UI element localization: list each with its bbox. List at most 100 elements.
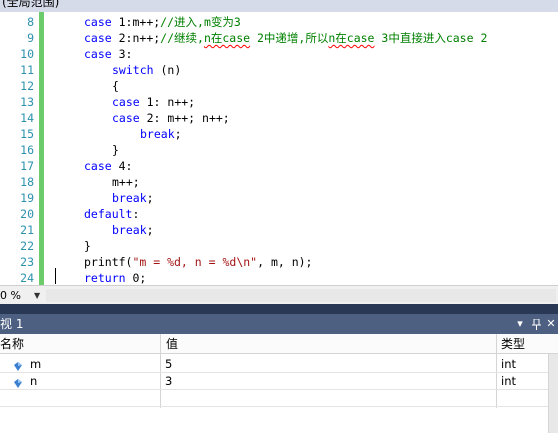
- line-number: 14: [20, 111, 34, 125]
- watch-row[interactable]: n 3 int: [0, 373, 548, 390]
- code-editor[interactable]: 8 9 10 11 12 13 14 15 16 17 18 19 20 21 …: [0, 12, 558, 285]
- code-text: 0;: [125, 271, 147, 285]
- panel-splitter[interactable]: [0, 304, 558, 314]
- watch-panel: 名称 值 类型 m 5 int n 3 int: [0, 334, 558, 433]
- code-line: default:: [84, 206, 139, 222]
- comment-spellcheck: n在case: [203, 31, 251, 45]
- line-number: 15: [20, 127, 34, 141]
- line-number: 17: [20, 159, 34, 173]
- comment-spellcheck: n在case: [328, 31, 375, 45]
- editor-status-bar: 0 % ▼: [0, 285, 558, 304]
- keyword: switch: [112, 63, 154, 77]
- horizontal-scrollbar[interactable]: [46, 289, 556, 302]
- line-number-gutter: 8 9 10 11 12 13 14 15 16 17 18 19 20 21 …: [0, 12, 37, 285]
- line-number: 20: [20, 207, 34, 221]
- code-line: return 0;: [84, 270, 146, 285]
- keyword: return: [84, 271, 126, 285]
- zoom-dropdown[interactable]: 0 % ▼: [0, 288, 44, 303]
- code-text: 2:n++;: [111, 31, 161, 45]
- keyword: case: [84, 47, 112, 61]
- line-number: 8: [27, 15, 34, 29]
- string-literal: "m = %d, n = %d\n": [132, 255, 258, 269]
- line-number: 10: [20, 47, 34, 61]
- code-line: {: [112, 79, 119, 93]
- code-text: (n): [153, 63, 182, 77]
- watch-var-value[interactable]: 5: [165, 356, 172, 373]
- keyword: break: [112, 191, 147, 205]
- keyword: case: [112, 111, 140, 125]
- watch-var-value[interactable]: 3: [165, 373, 172, 390]
- scope-label: (全局范围): [2, 0, 60, 9]
- text-cursor: [55, 268, 56, 284]
- line-number: 9: [27, 31, 34, 45]
- variable-icon: [14, 377, 22, 388]
- watch-var-name: m: [30, 357, 42, 371]
- code-line: }: [112, 143, 119, 157]
- watch-var-type: int: [501, 357, 516, 371]
- pin-icon[interactable]: [529, 316, 543, 335]
- code-text: 4:: [111, 159, 133, 173]
- code-line: break;: [112, 190, 154, 206]
- watch-row-empty[interactable]: [0, 390, 548, 407]
- keyword: case: [112, 95, 140, 109]
- close-icon[interactable]: ✕: [544, 316, 558, 332]
- code-text: 1:m++;: [111, 15, 161, 29]
- code-text: 3:: [111, 47, 133, 61]
- code-line: break;: [140, 126, 182, 142]
- code-text: ;: [146, 191, 154, 205]
- watch-row[interactable]: m 5 int: [0, 356, 548, 373]
- code-line: printf("m = %d, n = %d\n", m, n);: [84, 254, 312, 270]
- code-line: m++;: [112, 175, 140, 189]
- chevron-down-icon: ▼: [34, 291, 41, 300]
- code-line: switch (n): [112, 62, 181, 78]
- code-text: :: [132, 207, 140, 221]
- line-number: 18: [20, 175, 34, 189]
- watch-panel-title: 视 1: [0, 317, 24, 331]
- code-text: ;: [146, 223, 154, 237]
- line-number: 23: [20, 255, 34, 269]
- code-text-area[interactable]: case 1:m++;//进入,m变为3 case 2:n++;//继续,n在c…: [44, 12, 558, 285]
- line-number: 16: [20, 143, 34, 157]
- keyword: break: [112, 223, 147, 237]
- column-header-value[interactable]: 值: [166, 334, 178, 354]
- watch-panel-title-bar[interactable]: 视 1 ▾ ✕: [0, 314, 558, 334]
- code-line: case 4:: [84, 158, 132, 174]
- comment: 3中直接进入case 2: [374, 31, 488, 45]
- line-number: 13: [20, 95, 34, 109]
- keyword: break: [140, 127, 175, 141]
- line-number: 11: [20, 63, 34, 77]
- comment: //进入,m变为3: [160, 15, 241, 29]
- code-text: printf(: [84, 255, 133, 269]
- code-line: case 2:n++;//继续,n在case 2中递增,所以n在case 3中直…: [84, 30, 487, 46]
- line-number: 21: [20, 223, 34, 237]
- chevron-down-icon[interactable]: ▾: [513, 316, 527, 332]
- comment: 2中递增,所以: [250, 31, 329, 45]
- line-number: 22: [20, 239, 34, 253]
- code-line: case 3:: [84, 46, 132, 62]
- variable-icon: [14, 360, 22, 371]
- keyword: case: [84, 159, 112, 173]
- code-line: break;: [112, 222, 154, 238]
- keyword: default: [84, 207, 133, 221]
- keyword: case: [84, 15, 112, 29]
- line-number: 12: [20, 79, 34, 93]
- code-line: case 1: n++;: [112, 94, 195, 110]
- keyword: case: [84, 31, 112, 45]
- comment: //继续,: [160, 31, 204, 45]
- code-text: , m, n);: [257, 255, 313, 269]
- code-text: ;: [174, 127, 182, 141]
- column-header-name[interactable]: 名称: [0, 334, 24, 354]
- code-text: 2: m++; n++;: [139, 111, 230, 125]
- scope-dropdown[interactable]: (全局范围): [0, 0, 558, 12]
- watch-var-type: int: [501, 374, 516, 388]
- code-line: }: [84, 239, 91, 253]
- zoom-value: 0 %: [0, 289, 21, 302]
- column-header-type[interactable]: 类型: [501, 334, 525, 354]
- code-line: case 2: m++; n++;: [112, 110, 230, 126]
- watch-table-header: 名称 值 类型: [0, 334, 558, 354]
- watch-var-name: n: [30, 374, 38, 388]
- code-line: case 1:m++;//进入,m变为3: [84, 14, 241, 30]
- line-number: 24: [20, 271, 34, 285]
- line-number: 19: [20, 191, 34, 205]
- vertical-scrollbar[interactable]: [548, 354, 558, 433]
